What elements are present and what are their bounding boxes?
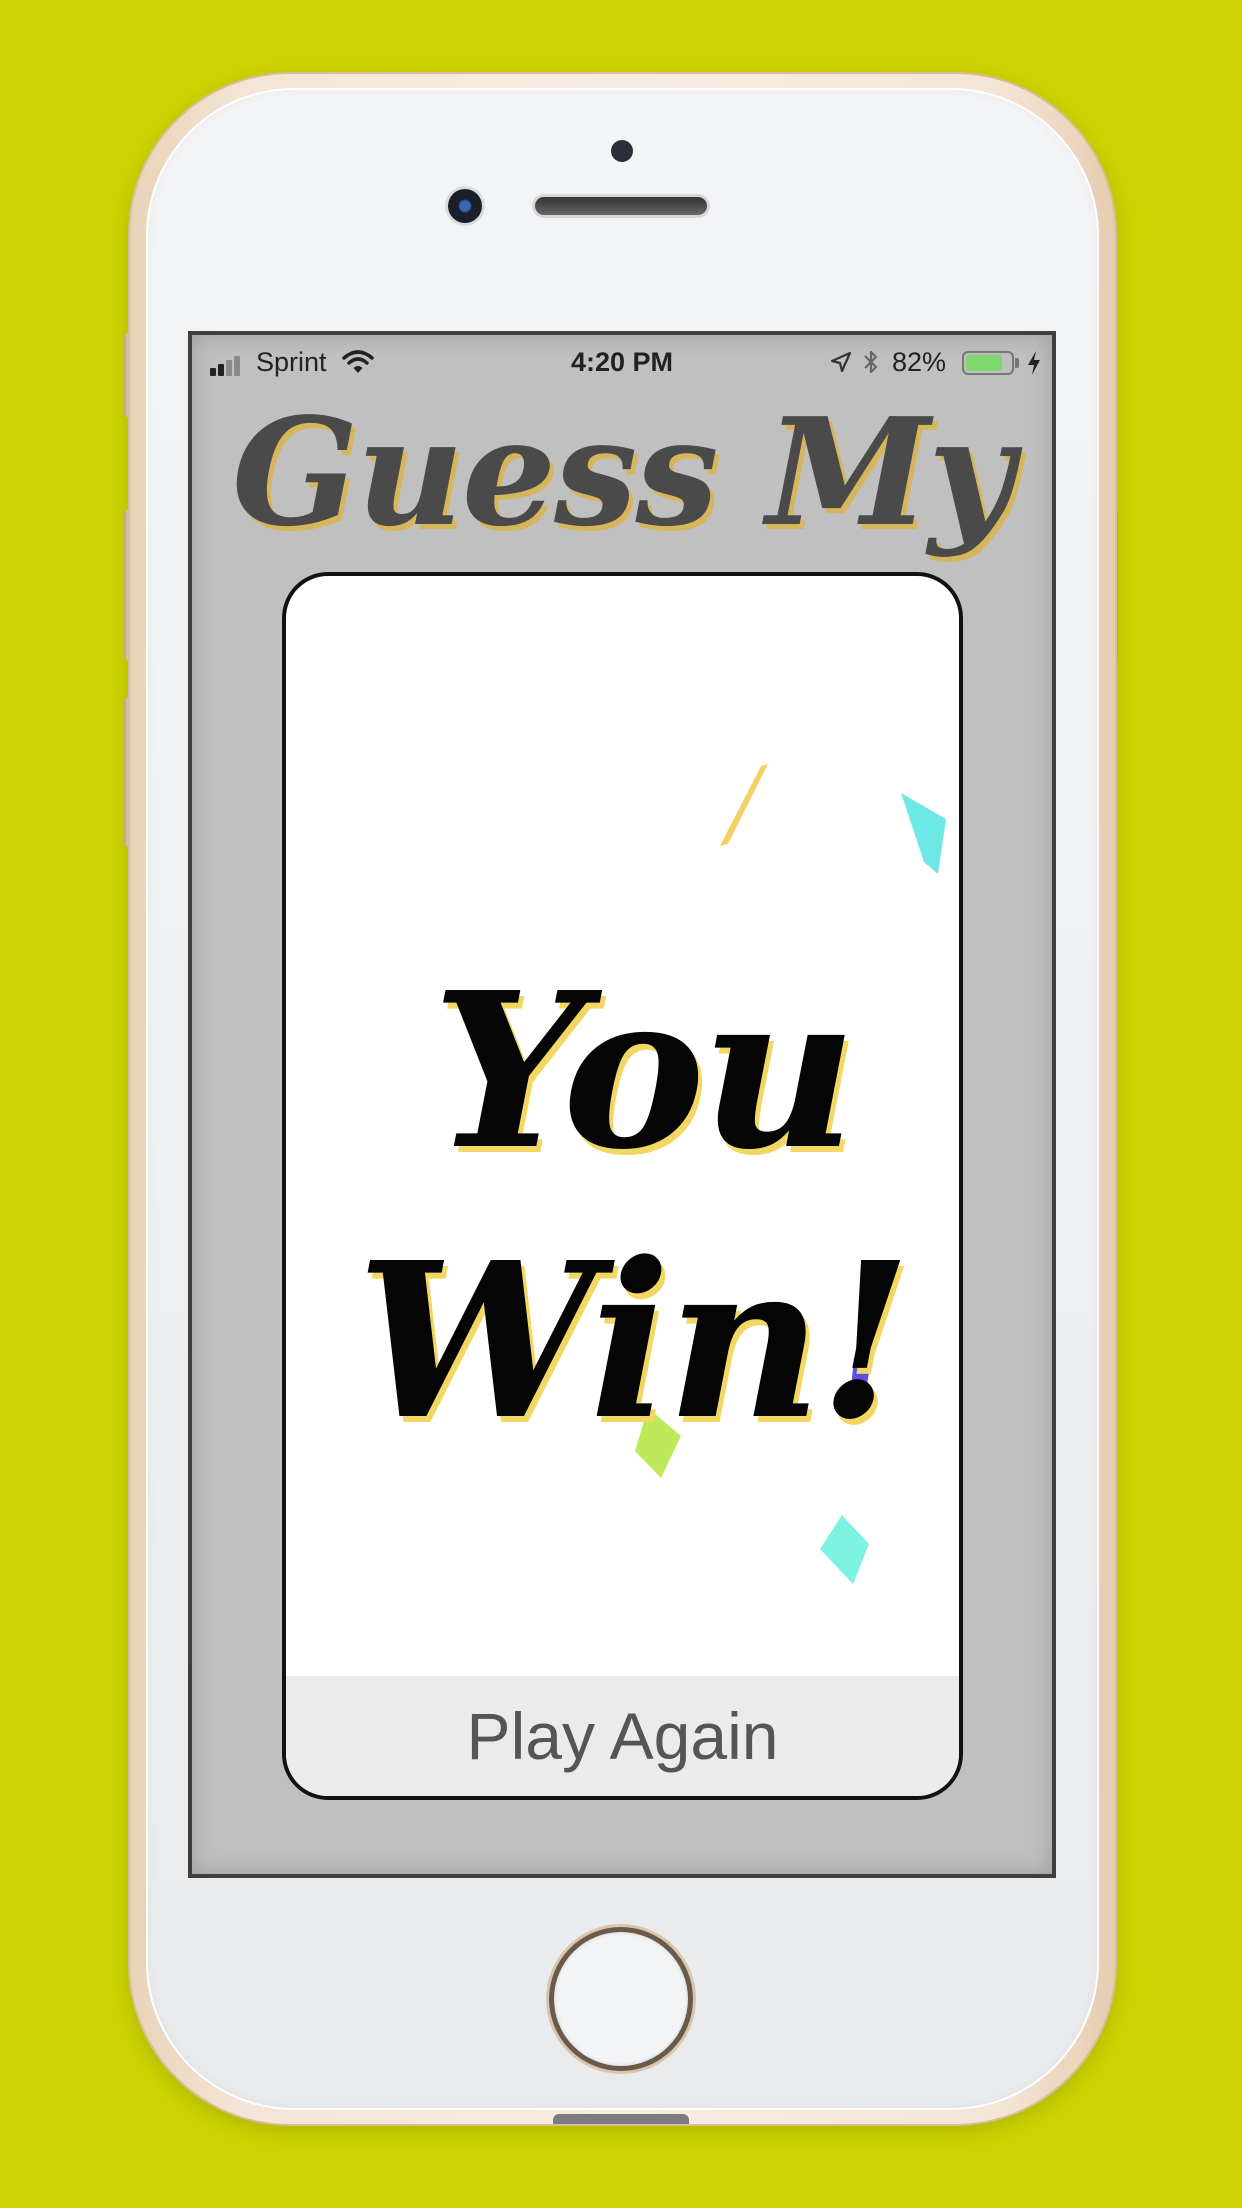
play-again-button[interactable]: Play Again: [286, 1676, 959, 1796]
app-title: Guess My: [231, 385, 1014, 559]
battery-level-fill: [966, 355, 1003, 371]
confetti-piece: [820, 1515, 869, 1584]
lightning-port: [553, 2114, 689, 2124]
charging-bolt-icon: [1028, 351, 1040, 375]
win-card: You Win! Play Again: [282, 572, 963, 1800]
proximity-sensor: [611, 140, 633, 162]
battery-icon: [962, 351, 1014, 375]
status-bar: Sprint 4:20 PM 82%: [192, 335, 1052, 391]
earpiece-speaker: [535, 197, 707, 215]
battery-percentage: 82%: [892, 347, 947, 377]
confetti-piece: [720, 764, 768, 846]
battery-cap: [1015, 358, 1019, 368]
location-arrow-icon: [830, 351, 852, 373]
phone-screen: Sprint 4:20 PM 82% Guess My You Win! Pla…: [188, 331, 1056, 1878]
home-button[interactable]: [554, 1932, 688, 2066]
win-message-line2: Win!: [356, 1216, 912, 1467]
bluetooth-icon: [864, 350, 878, 374]
confetti-piece: [901, 793, 946, 874]
win-message-line1: You: [432, 946, 857, 1197]
stage: Sprint 4:20 PM 82% Guess My You Win! Pla…: [0, 0, 1242, 2208]
front-camera: [448, 189, 482, 223]
